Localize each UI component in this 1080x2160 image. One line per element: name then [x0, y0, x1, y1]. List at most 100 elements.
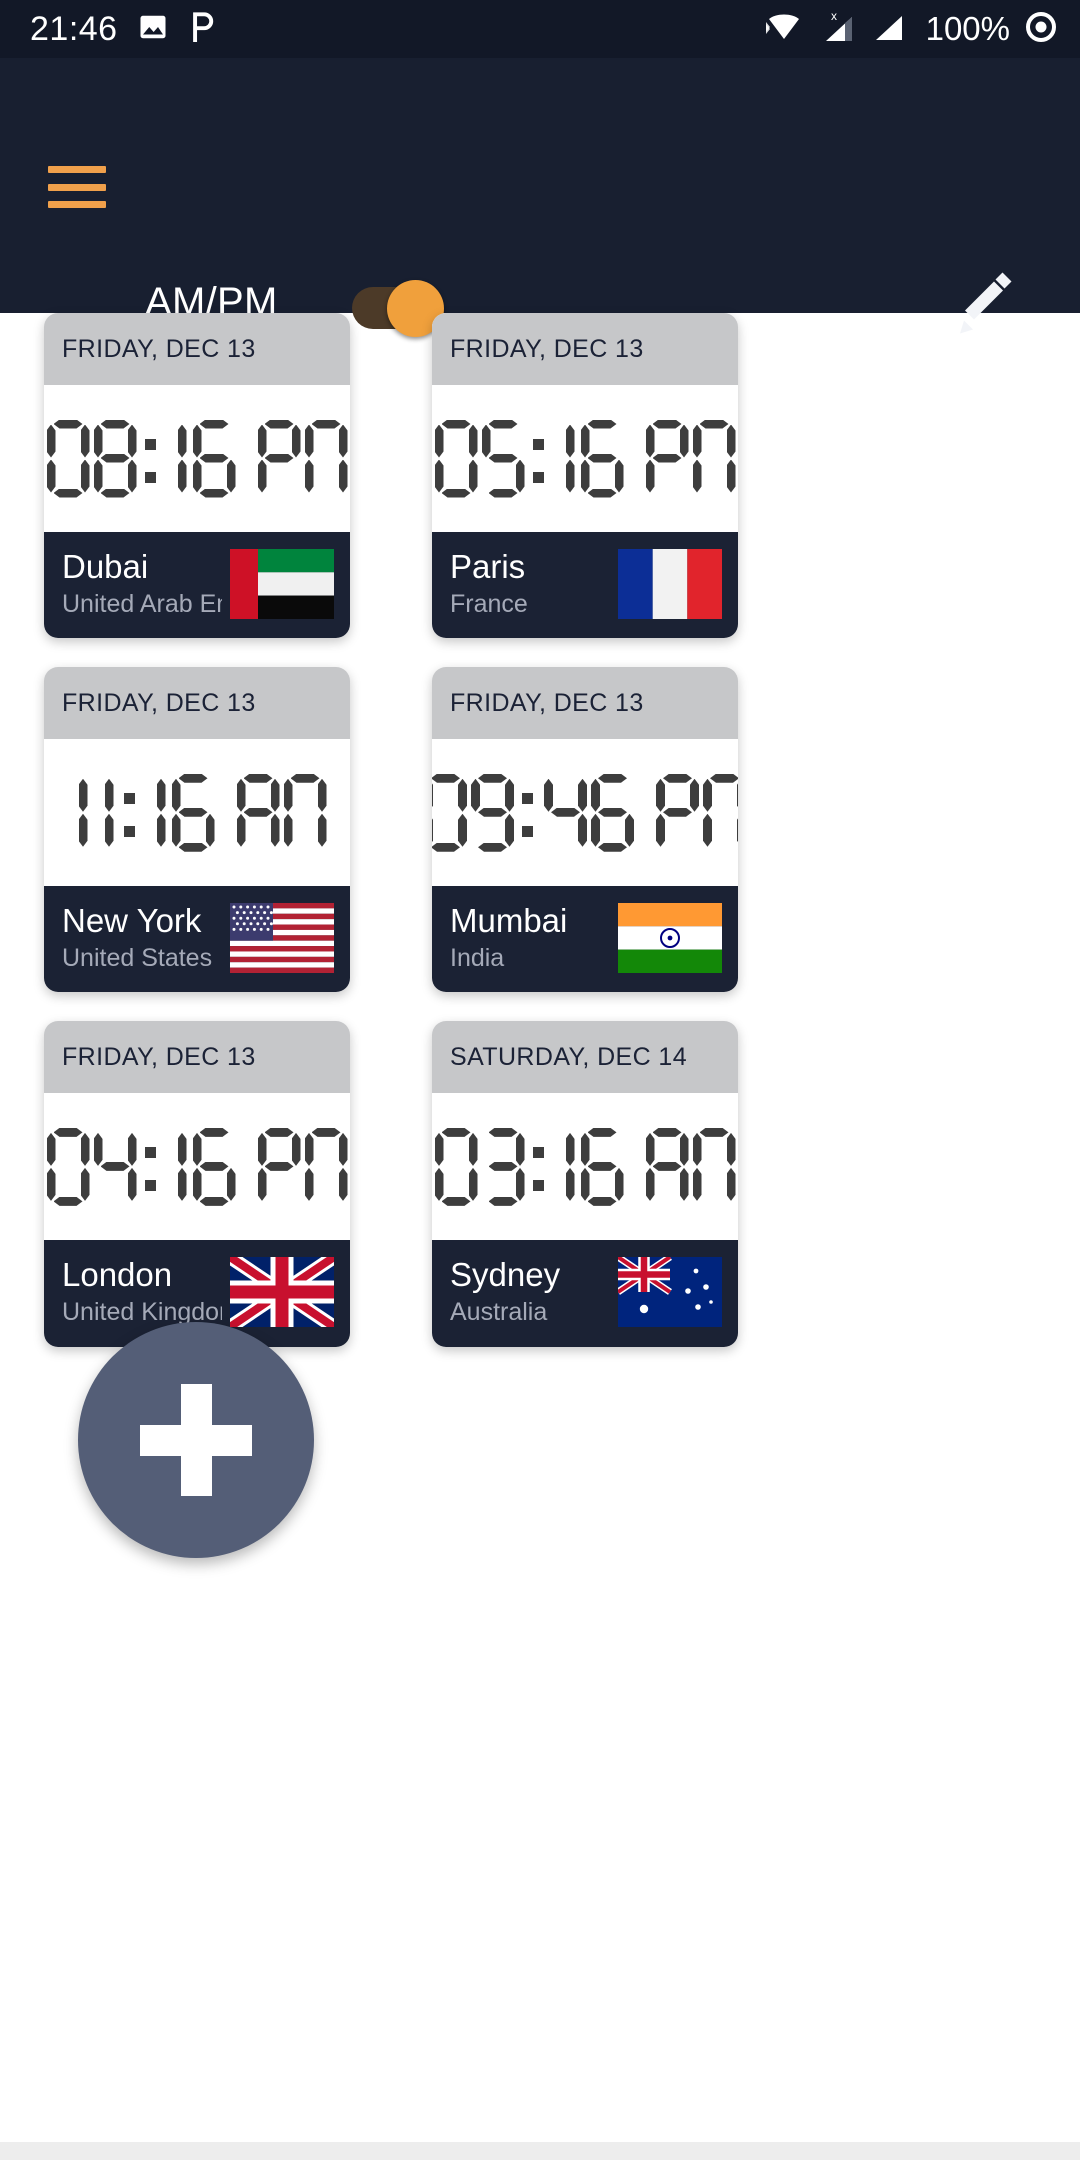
segment-e	[193, 1168, 202, 1201]
colon-dot	[144, 1179, 156, 1191]
segment-f	[656, 779, 665, 812]
clock-digit	[305, 1128, 348, 1206]
segment-b	[178, 1133, 187, 1166]
clock-digits	[432, 774, 738, 852]
location-text: Paris France	[450, 548, 528, 620]
segment-b	[128, 1133, 137, 1166]
segment-g	[101, 1162, 130, 1171]
segment-a	[442, 420, 471, 429]
clock-digit	[646, 420, 689, 498]
clock-card-location: New York United States	[44, 886, 350, 993]
segment-f	[544, 779, 553, 812]
country-name: India	[450, 944, 505, 973]
segment-f	[693, 1133, 702, 1166]
segment-b	[690, 779, 699, 812]
clock-digit	[435, 1128, 478, 1206]
segment-c	[105, 814, 114, 847]
segment-f	[435, 1133, 444, 1166]
clock-card[interactable]: FRIDAY, DEC 13 LondonUnited Kingdom	[44, 1021, 350, 1347]
segment-a	[653, 1128, 682, 1137]
segment-a	[179, 774, 208, 783]
segment-c	[79, 814, 88, 847]
segment-g	[653, 1162, 682, 1171]
segment-e	[258, 1168, 267, 1201]
clock-digit	[555, 420, 577, 498]
colon-dot	[522, 825, 533, 837]
country-flag-icon	[230, 1257, 334, 1328]
clock-card[interactable]: FRIDAY, DEC 13 Dubai United Arab Emir…	[44, 313, 350, 639]
clock-colon	[530, 420, 550, 498]
segment-b	[318, 779, 327, 812]
add-city-fab[interactable]	[78, 1322, 314, 1558]
clock-card-location: Dubai United Arab Emir…	[44, 532, 350, 639]
location-text: LondonUnited Kingdom	[62, 1256, 222, 1328]
segment-g	[478, 808, 507, 817]
segment-f	[94, 1133, 103, 1166]
clock-digit	[471, 774, 514, 852]
app-bar: AM/PM	[0, 58, 1080, 337]
clock-digit	[94, 1128, 137, 1206]
clock-digit	[258, 420, 301, 498]
segment-f	[305, 1133, 314, 1166]
segment-d	[588, 1197, 617, 1206]
segment-b	[737, 779, 738, 812]
segment-b	[727, 1133, 736, 1166]
segment-g	[489, 454, 518, 463]
segment-a	[489, 420, 518, 429]
segment-b	[81, 425, 90, 458]
segment-c	[505, 814, 514, 847]
clock-digit	[237, 774, 280, 852]
country-name: United Arab Emir…	[62, 589, 222, 618]
clock-digit	[47, 1128, 90, 1206]
segment-b	[339, 1133, 348, 1166]
colon-dot	[123, 792, 135, 804]
segment-b	[178, 425, 187, 458]
segment-d	[179, 843, 208, 852]
clock-space	[240, 1128, 254, 1206]
colon-dot	[144, 471, 156, 483]
clock-digit	[432, 774, 467, 852]
segment-f	[47, 1133, 56, 1166]
segment-e	[47, 1168, 56, 1201]
country-flag-icon	[618, 549, 722, 620]
segment-b	[505, 779, 514, 812]
colon-dot	[532, 438, 544, 450]
segment-c	[128, 460, 137, 493]
segment-f	[471, 779, 480, 812]
segment-b	[157, 779, 166, 812]
segment-e	[305, 1168, 314, 1201]
clock-digit	[693, 420, 736, 498]
segment-e	[47, 460, 56, 493]
country-flag-icon	[618, 1257, 722, 1328]
clock-space	[628, 420, 642, 498]
segment-c	[566, 1168, 575, 1201]
clock-card[interactable]: FRIDAY, DEC 13 Mumbai India	[432, 667, 738, 993]
segment-e	[258, 460, 267, 493]
signal-no-sim-icon: x	[818, 9, 858, 50]
clock-card[interactable]: SATURDAY, DEC 14 Sydney Australia	[432, 1021, 738, 1347]
segment-a	[200, 1128, 229, 1137]
clock-digit	[284, 774, 327, 852]
colon-dot	[123, 825, 135, 837]
segment-d	[442, 1197, 471, 1206]
segment-a	[101, 420, 130, 429]
segment-f	[172, 779, 181, 812]
segment-b	[680, 425, 689, 458]
segment-d	[432, 843, 460, 852]
segment-c	[128, 1168, 137, 1201]
segment-f	[432, 779, 433, 812]
clock-digit	[646, 1128, 689, 1206]
hamburger-bar-1	[48, 166, 106, 173]
clock-digit	[47, 420, 90, 498]
battery-percentage: 100%	[925, 10, 1010, 47]
segment-a	[312, 1128, 341, 1137]
clock-card[interactable]: FRIDAY, DEC 13 Paris France	[432, 313, 738, 639]
segment-a	[54, 1128, 83, 1137]
segment-a	[700, 1128, 729, 1137]
clock-digit	[167, 420, 189, 498]
hamburger-menu-icon[interactable]	[48, 166, 106, 208]
clock-digit	[555, 1128, 577, 1206]
segment-e	[581, 1168, 590, 1201]
clock-card[interactable]: FRIDAY, DEC 13 New York United States	[44, 667, 350, 993]
segment-e	[193, 460, 202, 493]
